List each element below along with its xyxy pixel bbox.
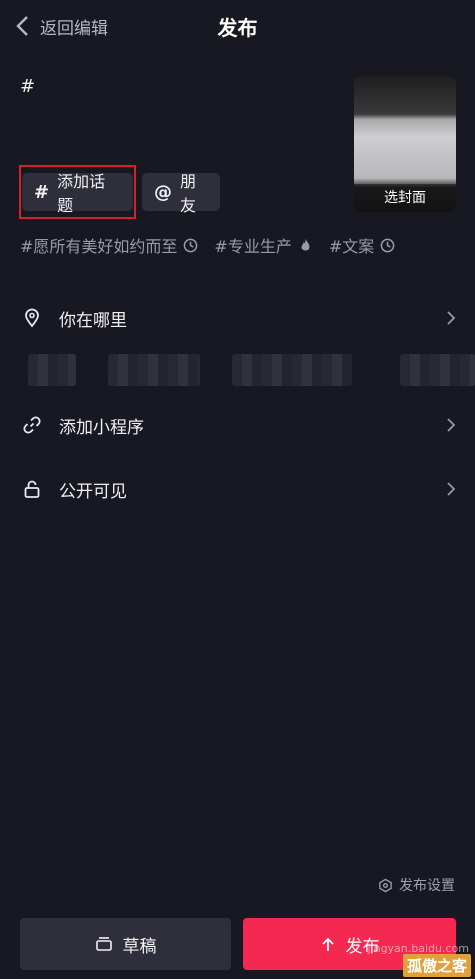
tag-suggestion[interactable]: #愿所有美好如约而至 xyxy=(20,232,198,258)
chevron-right-icon xyxy=(447,482,456,496)
link-icon xyxy=(22,415,42,435)
add-topic-button[interactable]: # 添加话题 xyxy=(22,172,133,215)
mention-friends-button[interactable]: @ 朋友 xyxy=(142,172,220,215)
blurred-chip xyxy=(108,354,200,386)
chevron-right-icon xyxy=(447,311,456,325)
nearby-locations-blurred xyxy=(28,354,475,386)
publish-settings-link[interactable]: 发布设置 xyxy=(378,875,455,895)
tag-text: #愿所有美好如约而至 xyxy=(20,237,178,256)
suggested-tags: #愿所有美好如约而至 #专业生产 #文案 xyxy=(20,232,475,258)
fire-icon xyxy=(301,238,310,250)
page-title: 发布 xyxy=(217,16,258,40)
tag-suggestion[interactable]: #文案 xyxy=(329,232,395,258)
draft-box-icon xyxy=(95,937,112,951)
location-row[interactable]: 你在哪里 xyxy=(0,296,475,340)
location-label: 你在哪里 xyxy=(59,310,127,331)
blurred-chip xyxy=(400,354,475,386)
friends-label: 朋友 xyxy=(180,172,197,215)
chevron-right-icon xyxy=(447,418,456,432)
add-topic-label: 添加话题 xyxy=(57,172,106,215)
upload-icon xyxy=(321,937,334,951)
tag-text: #专业生产 xyxy=(214,237,292,256)
mini-program-label: 添加小程序 xyxy=(59,417,144,438)
visibility-row[interactable]: 公开可见 xyxy=(0,467,475,511)
clock-icon xyxy=(380,238,395,252)
blurred-chip xyxy=(232,354,352,386)
add-mini-program-row[interactable]: 添加小程序 xyxy=(0,403,475,447)
location-pin-icon xyxy=(22,308,42,328)
at-icon: @ xyxy=(154,181,172,203)
cover-thumbnail[interactable]: 选封面 xyxy=(354,76,456,212)
unlock-icon xyxy=(22,479,42,499)
publish-settings-label: 发布设置 xyxy=(399,878,455,894)
tag-text: #文案 xyxy=(328,237,375,256)
select-cover-label: 选封面 xyxy=(354,184,456,212)
draft-label: 草稿 xyxy=(122,936,157,957)
visibility-label: 公开可见 xyxy=(59,481,127,502)
caption-input[interactable]: # xyxy=(20,76,35,97)
watermark-brand: 孤傲之客 xyxy=(402,954,471,977)
clock-icon xyxy=(184,238,198,252)
tag-suggestion[interactable]: #专业生产 xyxy=(214,232,312,258)
hexagon-settings-icon xyxy=(379,878,392,892)
hashtag-icon: # xyxy=(34,181,50,203)
save-draft-button[interactable]: 草稿 xyxy=(20,918,231,970)
blurred-chip xyxy=(28,354,76,386)
